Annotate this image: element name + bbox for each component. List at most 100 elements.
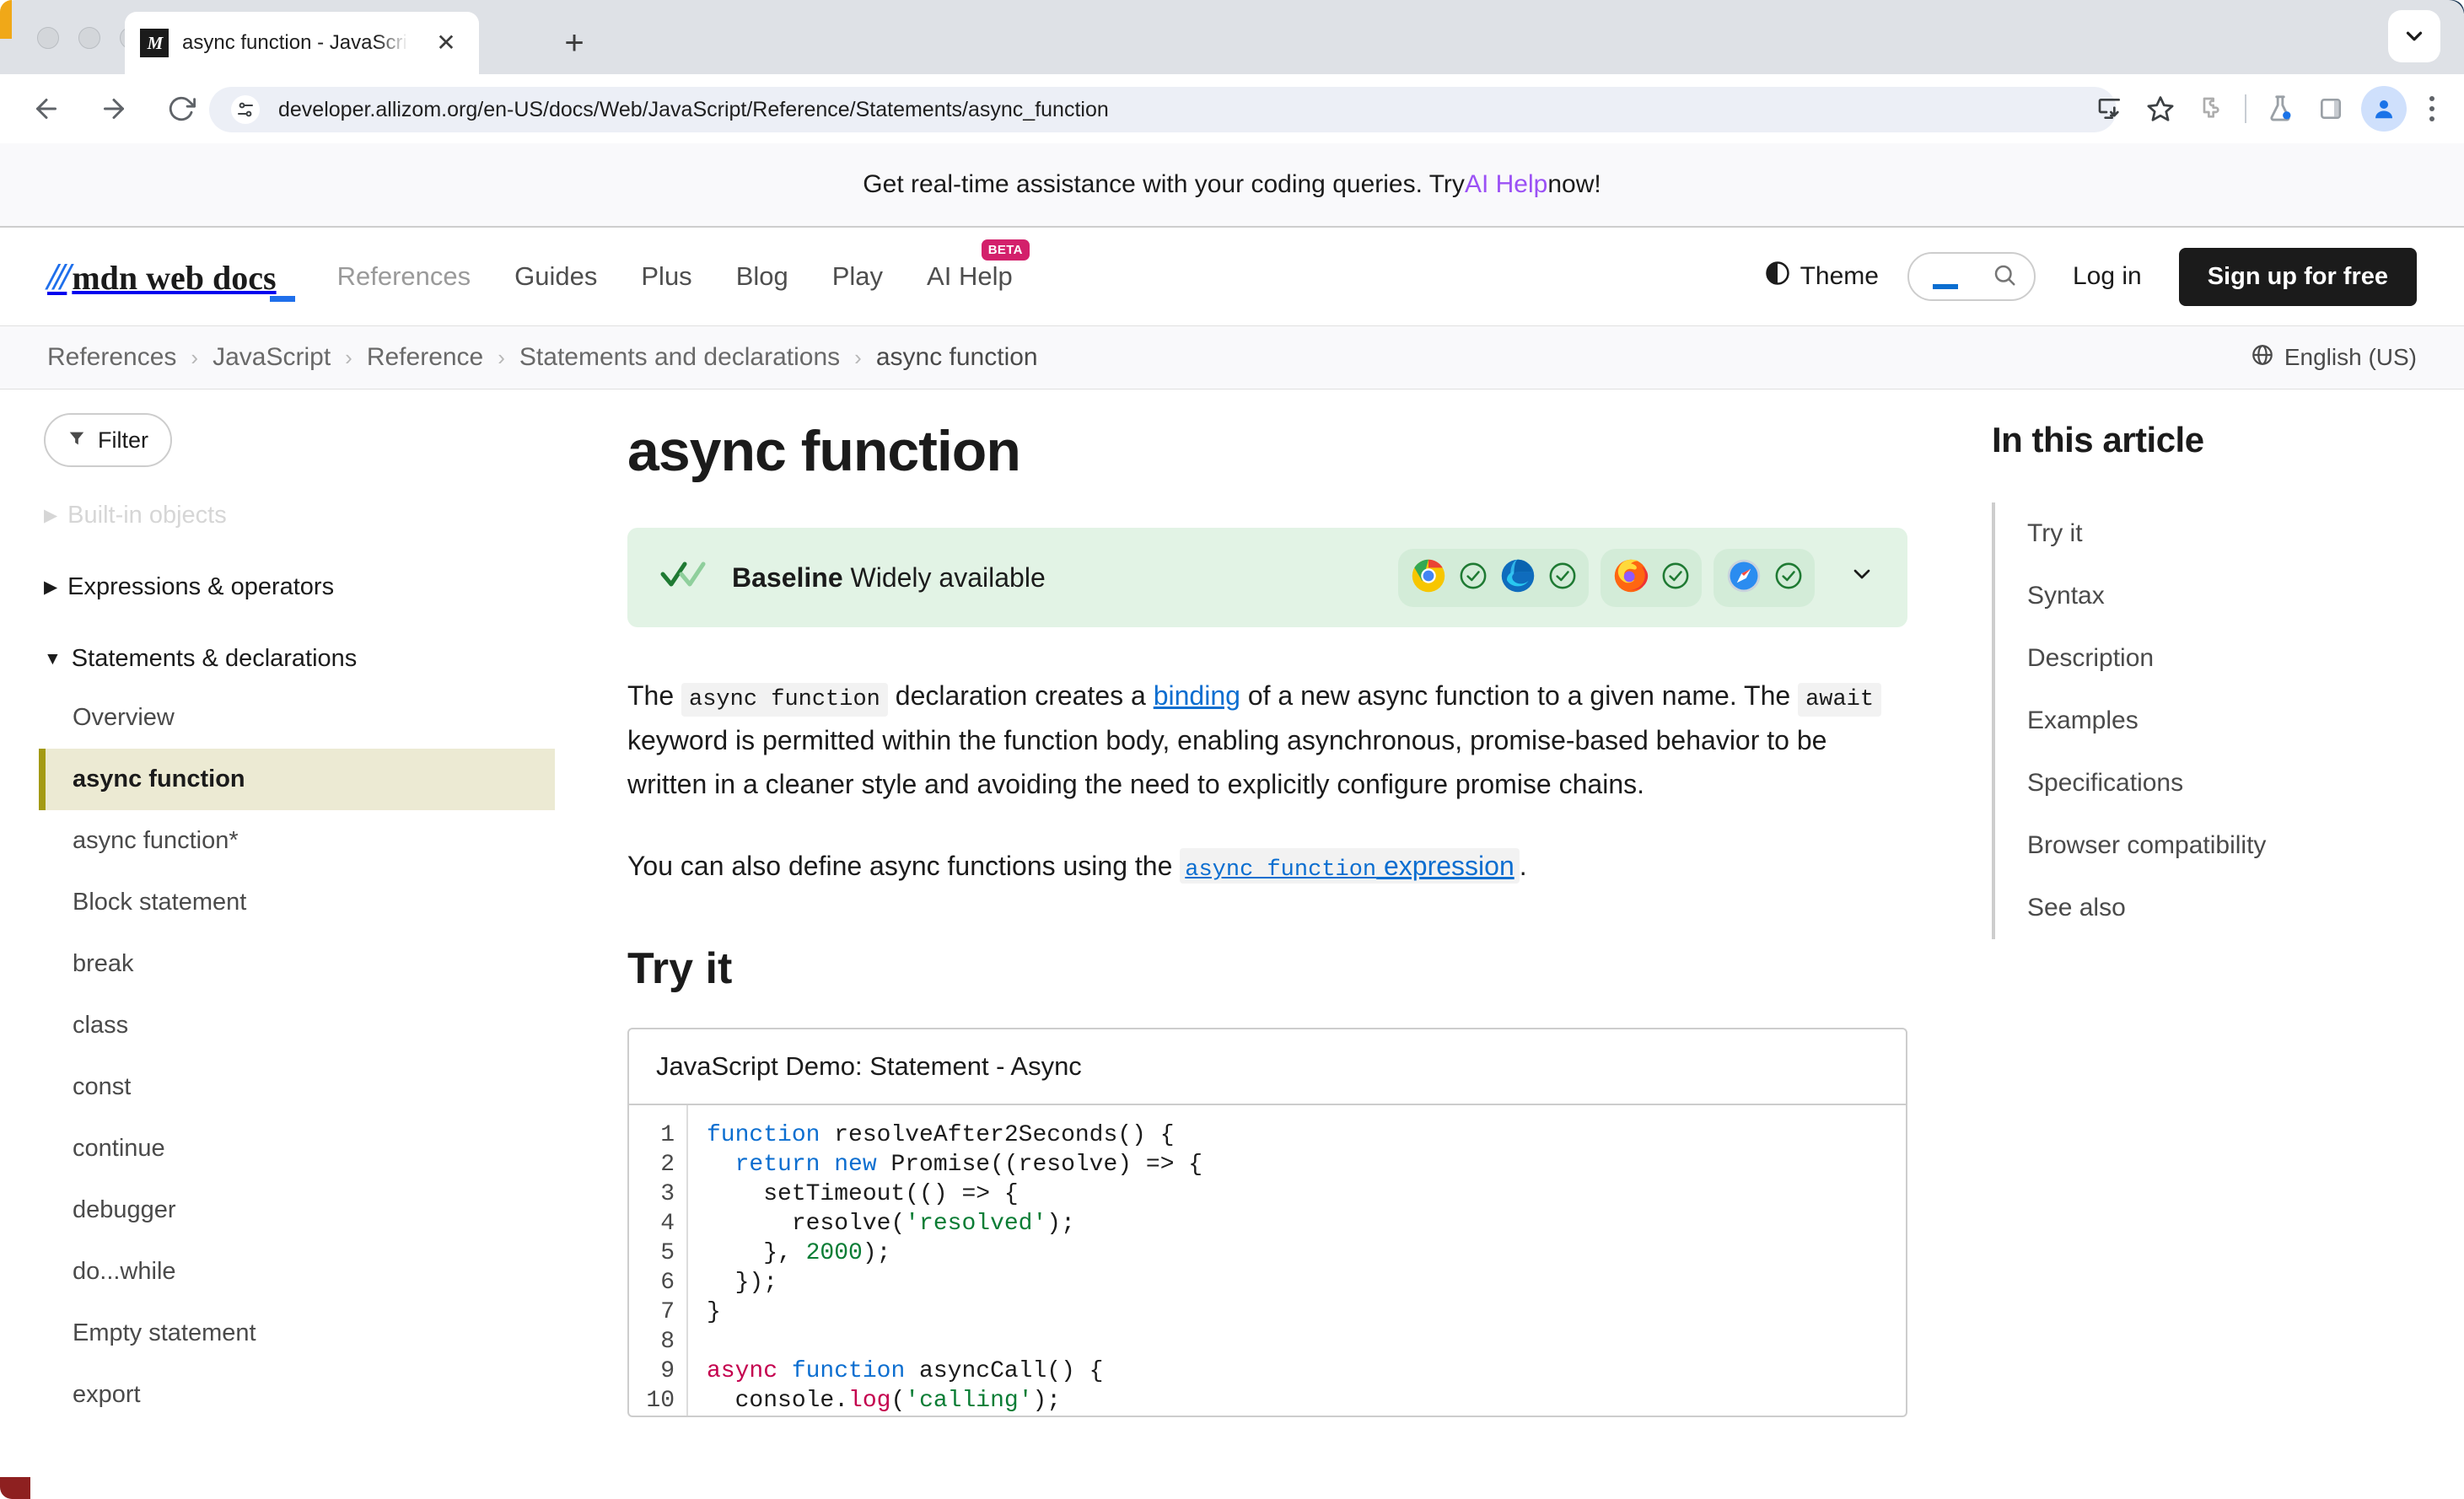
tab-search-chevron-down-icon[interactable]: [2388, 10, 2440, 62]
filter-icon: [67, 427, 86, 454]
sidebar-item-block-statement[interactable]: Block statement: [44, 872, 627, 933]
p1-t2: declaration creates a: [887, 680, 1154, 711]
line-number: 10: [646, 1388, 675, 1415]
more-menu-icon[interactable]: [2412, 83, 2452, 134]
sidebar-item-empty-statement[interactable]: Empty statement: [44, 1303, 627, 1364]
labs-flask-icon[interactable]: [2255, 83, 2305, 134]
breadcrumb-item-references[interactable]: References: [47, 343, 176, 372]
install-icon[interactable]: [2085, 83, 2135, 134]
baseline-brand: Baseline: [732, 561, 843, 593]
nav-references[interactable]: References: [315, 261, 493, 292]
extensions-icon[interactable]: [2186, 83, 2236, 134]
search-input[interactable]: [1907, 252, 2036, 301]
site-settings-icon[interactable]: [231, 95, 260, 124]
address-bar[interactable]: developer.allizom.org/en-US/docs/Web/Jav…: [209, 87, 2117, 132]
binding-link[interactable]: binding: [1154, 680, 1240, 711]
language-label: English (US): [2284, 344, 2417, 370]
back-icon[interactable]: [22, 84, 71, 133]
sidebar-filter-button[interactable]: Filter: [44, 413, 172, 467]
breadcrumb-item-reference[interactable]: Reference: [367, 343, 483, 372]
toc-title: In this article: [1992, 420, 2204, 459]
nav-ai-help-label: AI Help: [927, 261, 1013, 291]
sidebar-item-export[interactable]: export: [44, 1364, 627, 1426]
support-check-icon: [1774, 561, 1803, 594]
p2-code-async-function: async function: [1185, 857, 1377, 884]
tab-strip: M async function - JavaScript | ✕ +: [0, 0, 2464, 74]
sidebar-group-builtin-objects[interactable]: ▶ Built-in objects: [44, 487, 627, 544]
mdn-logo[interactable]: /// mdn web docs: [47, 257, 295, 302]
sidebar-item-async-function[interactable]: async function: [39, 749, 555, 810]
toc-item-syntax[interactable]: Syntax: [2027, 565, 2464, 627]
search-icon: [1992, 262, 2017, 292]
toc-item-see-also[interactable]: See also: [2027, 877, 2464, 939]
expression-link[interactable]: expression: [1376, 851, 1514, 881]
baseline-status: Widely available: [850, 561, 1046, 593]
p1-code-await: await: [1798, 683, 1882, 717]
line-number: 8: [660, 1329, 675, 1356]
reload-icon[interactable]: [157, 84, 206, 133]
browser-window: M async function - JavaScript | ✕ + deve…: [0, 0, 2464, 1499]
line-number: 6: [660, 1270, 675, 1297]
toc-item-examples[interactable]: Examples: [2027, 690, 2464, 752]
sidebar-item-continue[interactable]: continue: [44, 1118, 627, 1179]
language-switcher[interactable]: English (US): [2251, 343, 2417, 373]
baseline-banner: Baseline Widely available: [627, 528, 1907, 627]
chevron-down-icon[interactable]: [1848, 561, 1875, 594]
filter-label: Filter: [98, 427, 148, 453]
p1-t4: keyword is permitted within the function…: [627, 724, 1827, 799]
address-bar-url: developer.allizom.org/en-US/docs/Web/Jav…: [278, 97, 1109, 121]
edge-icon: [1499, 557, 1536, 599]
main-navigation: References Guides Plus Blog Play AI Help…: [315, 239, 1035, 292]
minimize-window-button[interactable]: [78, 27, 100, 49]
breadcrumb-separator: ›: [498, 344, 505, 370]
sidebar-item-class[interactable]: class: [44, 995, 627, 1056]
login-link[interactable]: Log in: [2073, 262, 2142, 291]
page-body: Filter ▶ Built-in objects ▶ Expressions …: [0, 390, 2464, 1499]
profile-avatar-icon[interactable]: [2361, 86, 2407, 132]
toc-item-description[interactable]: Description: [2027, 627, 2464, 690]
nav-blog[interactable]: Blog: [714, 261, 810, 292]
theme-label: Theme: [1800, 262, 1879, 290]
toc-item-browser-compatibility[interactable]: Browser compatibility: [2027, 814, 2464, 877]
sidebar-item-async-function-generator[interactable]: async function*: [44, 810, 627, 872]
toc-item-try-it[interactable]: Try it: [2027, 502, 2464, 565]
sidebar-item-break[interactable]: break: [44, 933, 627, 995]
new-tab-button[interactable]: +: [550, 19, 599, 67]
signup-button[interactable]: Sign up for free: [2178, 247, 2417, 306]
ai-help-link[interactable]: AI Help: [1465, 170, 1547, 199]
breadcrumb-item-javascript[interactable]: JavaScript: [213, 343, 331, 372]
nav-ai-help[interactable]: AI Help BETA: [905, 239, 1035, 292]
mdn-site-header: /// mdn web docs References Guides Plus …: [0, 228, 2464, 325]
browser-tab[interactable]: M async function - JavaScript | ✕: [125, 12, 479, 74]
forward-icon[interactable]: [89, 84, 138, 133]
promo-banner: Get real-time assistance with your codin…: [0, 143, 2464, 228]
sidebar-item-debugger[interactable]: debugger: [44, 1179, 627, 1241]
sidebar-item-overview[interactable]: Overview: [44, 687, 627, 749]
sidebar-item-const[interactable]: const: [44, 1056, 627, 1118]
breadcrumb-item-statements[interactable]: Statements and declarations: [519, 343, 840, 372]
bookmark-star-icon[interactable]: [2135, 83, 2186, 134]
sidebar-item-do-while[interactable]: do...while: [44, 1241, 627, 1303]
sidebar-group-statements[interactable]: ▼ Statements & declarations: [44, 631, 627, 687]
side-panel-icon[interactable]: [2305, 83, 2356, 134]
line-number: 4: [660, 1211, 675, 1238]
baseline-pill-safari: [1714, 548, 1815, 607]
tab-title: async function - JavaScript |: [182, 31, 408, 54]
toc-item-specifications[interactable]: Specifications: [2027, 752, 2464, 814]
line-number: 5: [660, 1240, 675, 1267]
promo-suffix: now!: [1547, 170, 1601, 198]
close-window-button[interactable]: [37, 27, 59, 49]
nav-guides[interactable]: Guides: [492, 261, 619, 292]
theme-toggle-button[interactable]: Theme: [1765, 261, 1879, 293]
sidebar-group-label: Expressions & operators: [67, 573, 335, 600]
p2-t2: .: [1519, 851, 1527, 882]
article-main: async function Baseline Widely available: [627, 390, 1958, 1499]
baseline-pill-chromium: [1398, 548, 1589, 607]
sidebar-group-expressions[interactable]: ▶ Expressions & operators: [44, 559, 627, 615]
mdn-logo-text: mdn web docs: [72, 258, 277, 297]
close-tab-icon[interactable]: ✕: [430, 27, 462, 59]
nav-plus[interactable]: Plus: [619, 261, 713, 292]
demo-code-block[interactable]: 1 2 3 4 5 6 7 8 9 10 function resolveAft…: [629, 1105, 1906, 1416]
nav-play[interactable]: Play: [810, 261, 905, 292]
async-function-expression-link[interactable]: async function expression: [1180, 848, 1520, 884]
